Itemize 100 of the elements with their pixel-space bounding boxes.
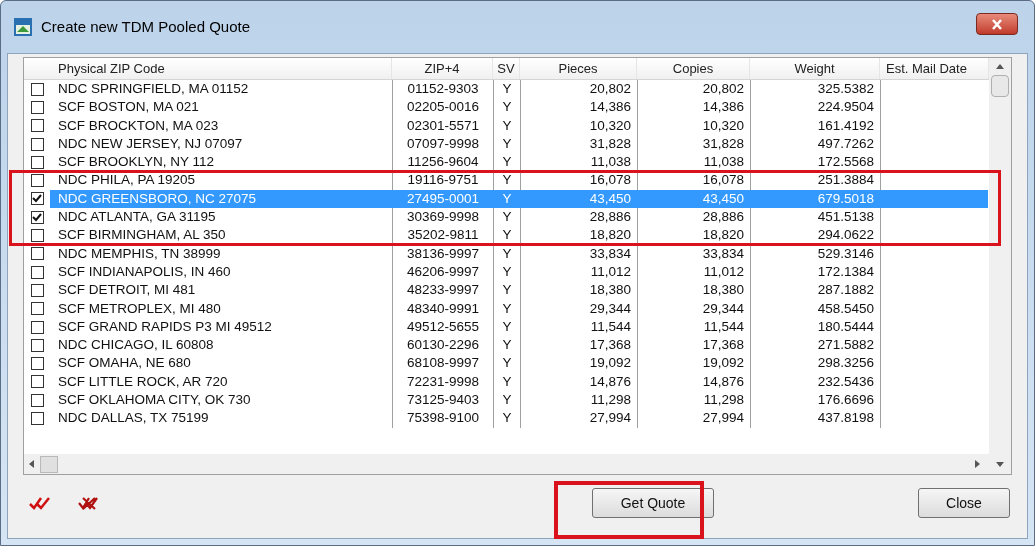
table-row[interactable]: SCF BOSTON, MA 021 02205-0016 Y 14,386 14,386 224.9504 [50, 98, 988, 117]
checkbox[interactable] [30, 283, 44, 297]
table-cell: 68108-9997 [392, 354, 493, 373]
table-cell: Y [493, 354, 520, 373]
scroll-right-icon[interactable] [975, 460, 980, 468]
cross-check-icon [77, 495, 99, 511]
table-row[interactable]: NDC SPRINGFIELD, MA 01152 01152-9303 Y 20,802 20,802 325.5382 [50, 80, 988, 99]
column-header[interactable]: Physical ZIP Code [50, 58, 392, 79]
checkbox[interactable] [30, 100, 44, 114]
get-quote-button[interactable]: Get Quote [592, 488, 714, 518]
column-header[interactable]: Pieces [520, 58, 637, 79]
table-cell: 48233-9997 [392, 281, 493, 300]
table-row[interactable]: SCF DETROIT, MI 481 48233-9997 Y 18,380 18,380 287.1882 [50, 281, 988, 300]
table-row[interactable]: SCF INDIANAPOLIS, IN 460 46206-9997 Y 11,012 11,012 172.1384 [50, 262, 988, 282]
close-dialog-button[interactable]: Close [918, 488, 1010, 518]
checkbox[interactable] [30, 192, 44, 206]
checkbox[interactable] [30, 210, 44, 224]
checkbox[interactable] [30, 320, 44, 334]
table-cell: 172.5568 [750, 153, 880, 172]
scroll-thumb[interactable] [40, 455, 58, 473]
checkbox[interactable] [30, 265, 44, 279]
table-row[interactable]: SCF LITTLE ROCK, AR 720 72231-9998 Y 14,876 14,876 232.5436 [50, 372, 988, 392]
checkbox[interactable] [30, 174, 44, 188]
table-row[interactable]: NDC ATLANTA, GA 31195 30369-9998 Y 28,886 28,886 451.5138 [50, 208, 988, 227]
table-row[interactable]: NDC PHILA, PA 19205 19116-9751 Y 16,078 16,078 251.3884 [50, 171, 988, 190]
table-row[interactable]: SCF OMAHA, NE 680 68108-9997 Y 19,092 19,092 298.3256 [50, 354, 988, 373]
table-cell: 180.5444 [750, 317, 880, 337]
table-cell: 11,012 [637, 262, 750, 282]
check-all-button[interactable] [29, 496, 51, 510]
table-cell-text: SCF BOSTON, MA 021 [57, 98, 200, 117]
table-cell-text: SCF BIRMINGHAM, AL 350 [57, 226, 227, 245]
table-cell: 75398-9100 [392, 409, 493, 428]
checkbox[interactable] [30, 155, 44, 169]
table-row[interactable]: NDC DALLAS, TX 75199 75398-9100 Y 27,994 27,994 437.8198 [50, 409, 988, 428]
table-cell: 14,386 [520, 98, 637, 117]
table-row[interactable]: SCF BIRMINGHAM, AL 350 35202-9811 Y 18,820 18,820 294.0622 [50, 226, 988, 245]
table-cell: 18,380 [637, 281, 750, 300]
checkbox[interactable] [30, 137, 44, 151]
app-icon [13, 17, 33, 37]
column-header[interactable]: SV [493, 58, 520, 79]
table-cell: 437.8198 [750, 409, 880, 428]
checkbox[interactable] [30, 393, 44, 407]
checkbox[interactable] [30, 338, 44, 352]
table-cell: Y [493, 281, 520, 300]
table-cell: 31,828 [520, 134, 637, 154]
table-cell: 161.4192 [750, 116, 880, 135]
checkbox[interactable] [30, 357, 44, 371]
table-cell: 11,544 [637, 317, 750, 337]
checkbox[interactable] [30, 247, 44, 261]
table-row[interactable]: SCF BROOKLYN, NY 112 11256-9604 Y 11,038 11,038 172.5568 [50, 153, 988, 172]
column-header[interactable]: Copies [637, 58, 750, 79]
table-cell: 01152-9303 [392, 80, 493, 99]
vertical-scrollbar[interactable] [989, 58, 1011, 454]
table-cell: 10,320 [520, 116, 637, 135]
checkbox[interactable] [30, 302, 44, 316]
close-icon [991, 18, 1003, 30]
table-cell-text: NDC GREENSBORO, NC 27075 [57, 189, 258, 208]
column-header[interactable]: Weight [750, 58, 880, 79]
scroll-down-icon[interactable] [996, 461, 1004, 467]
table-cell: 72231-9998 [392, 372, 493, 392]
table-cell-text: SCF LITTLE ROCK, AR 720 [57, 372, 229, 391]
table-row[interactable]: SCF GRAND RAPIDS P3 MI 49512 49512-5655 Y 11,544 11,544 180.5444 [50, 317, 988, 337]
table-cell: 11,012 [520, 262, 637, 282]
table-cell: 14,876 [637, 372, 750, 392]
table-cell: Y [493, 80, 520, 99]
uncheck-all-button[interactable] [77, 495, 99, 511]
table-cell: 11,038 [637, 153, 750, 172]
table-cell: 29,344 [637, 299, 750, 318]
table-cell: 33,834 [520, 244, 637, 263]
table-cell: 46206-9997 [392, 262, 493, 282]
scroll-up-icon[interactable] [996, 64, 1004, 69]
table-cell: 02301-5571 [392, 116, 493, 135]
horizontal-scrollbar[interactable] [24, 454, 1011, 474]
table-cell: 18,380 [520, 281, 637, 300]
table-cell: 14,386 [637, 98, 750, 117]
table-cell-text: SCF INDIANAPOLIS, IN 460 [57, 262, 232, 281]
table-cell: Y [493, 171, 520, 190]
checkbox[interactable] [30, 229, 44, 242]
table-cell: 33,834 [637, 244, 750, 263]
table-row[interactable]: NDC MEMPHIS, TN 38999 38136-9997 Y 33,834 33,834 529.3146 [50, 244, 988, 263]
close-button[interactable] [976, 13, 1018, 35]
table-row[interactable]: NDC CHICAGO, IL 60808 60130-2296 Y 17,368 17,368 271.5882 [50, 336, 988, 355]
table-row[interactable]: NDC NEW JERSEY, NJ 07097 07097-9998 Y 31,828 31,828 497.7262 [50, 134, 988, 154]
column-header[interactable]: ZIP+4 [392, 58, 493, 79]
scroll-left-icon[interactable] [29, 460, 34, 468]
table-cell: Y [493, 262, 520, 282]
table-cell: 451.5138 [750, 208, 880, 227]
table-cell: 02205-0016 [392, 98, 493, 117]
checkbox[interactable] [30, 119, 44, 133]
checkbox[interactable] [30, 412, 44, 425]
table-cell: 49512-5655 [392, 317, 493, 337]
table-row[interactable]: SCF METROPLEX, MI 480 48340-9991 Y 29,344 29,344 458.5450 [50, 299, 988, 318]
table-cell: 325.5382 [750, 80, 880, 99]
scroll-thumb[interactable] [991, 75, 1009, 97]
table-row[interactable]: SCF OKLAHOMA CITY, OK 730 73125-9403 Y 11,298 11,298 176.6696 [50, 391, 988, 410]
table-cell: Y [493, 299, 520, 318]
checkbox[interactable] [30, 375, 44, 389]
table-cell-text: SCF METROPLEX, MI 480 [57, 299, 222, 318]
table-row[interactable]: SCF BROCKTON, MA 023 02301-5571 Y 10,320 10,320 161.4192 [50, 116, 988, 135]
checkbox[interactable] [30, 82, 44, 96]
